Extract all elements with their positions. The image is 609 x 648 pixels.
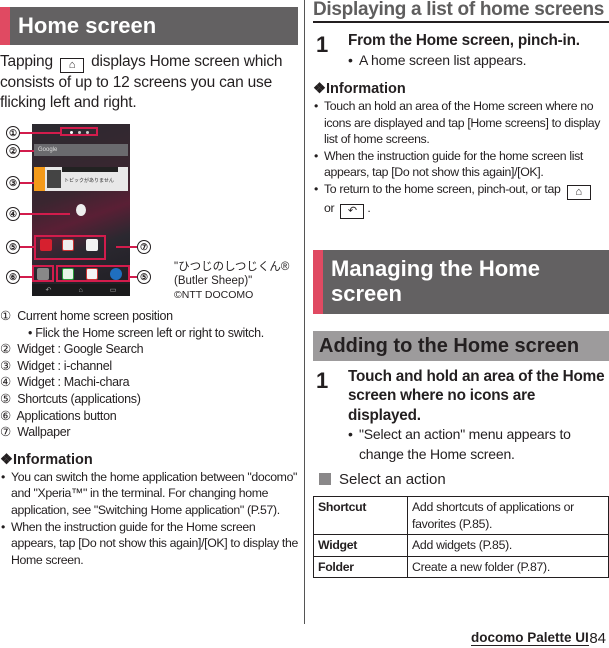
information-list: Touch an hold an area of the Home screen… — [313, 98, 609, 219]
page-number: 84 — [589, 630, 606, 647]
legend-item: ⑥ Applications button — [0, 408, 117, 423]
applications-button-icon — [37, 268, 49, 280]
step-note: "Select an action" menu appears to chang… — [348, 425, 609, 464]
step-number: 1 — [316, 32, 329, 57]
square-bullet-icon — [319, 473, 331, 486]
home-screen-figure: Google トピックがありません ↶ ⌂ ▭ ① ② ③ ④ ⑤ ⑦ ⑥ ⑤ … — [0, 122, 298, 302]
section-heading-managing: Managing the Home screen — [313, 249, 609, 314]
page-indicator — [60, 127, 98, 136]
step-title: From the Home screen, pinch-in. — [348, 32, 580, 49]
i-channel-widget: トピックがありません — [34, 167, 128, 191]
callout-1: ① — [6, 126, 20, 140]
callout-line — [130, 276, 137, 278]
action-name: Widget — [313, 534, 408, 557]
right-column: Displaying a list of home screens 1 From… — [313, 0, 609, 579]
phone-screenshot: Google トピックがありません ↶ ⌂ ▭ — [32, 124, 130, 296]
mail-app-icon — [86, 268, 98, 280]
callout-line — [20, 246, 34, 248]
callout-6: ⑥ — [6, 270, 20, 284]
page-footer: docomo Palette UI 84 — [429, 628, 609, 648]
step-number: 1 — [316, 367, 329, 393]
callout-line — [116, 246, 137, 248]
callout-line — [20, 132, 60, 134]
action-name: Folder — [313, 555, 408, 579]
intro-paragraph: Tapping ⌂ displays Home screen which con… — [0, 52, 298, 112]
figure-legend: ① Current home screen position • Flick t… — [0, 308, 298, 441]
callout-7: ⑦ — [137, 240, 151, 254]
section-heading-home-screen: Home screen — [0, 7, 298, 45]
legend-item: ① Current home screen position — [0, 309, 173, 323]
callout-5: ⑤ — [6, 240, 20, 254]
navigation-bar: ↶ ⌂ ▭ — [32, 284, 130, 296]
action-description: Create a new folder (P.87). — [407, 555, 609, 579]
home-key-icon: ⌂ — [566, 184, 591, 200]
callout-3: ③ — [6, 176, 20, 190]
d-menu-app-icon — [40, 239, 52, 251]
step-pinch-in: 1 From the Home screen, pinch-in. A home… — [313, 31, 609, 70]
action-name: Shortcut — [313, 496, 408, 536]
step-touch-hold: 1 Touch and hold an area of the Home scr… — [313, 367, 609, 465]
callout-line — [20, 213, 70, 215]
column-divider — [304, 0, 305, 624]
credit-line-1: "ひつじのしつじくん® — [174, 261, 290, 273]
select-action-heading: Select an action — [313, 470, 609, 490]
image-credit: "ひつじのしつじくん® (Butler Sheep)" ©NTT DOCOMO — [174, 260, 289, 302]
step-note: A home screen list appears. — [348, 51, 609, 71]
table-row: Shortcut Add shortcuts of applications o… — [313, 496, 609, 536]
information-list: You can switch the home application betw… — [0, 469, 298, 569]
i-channel-text: トピックがありません — [64, 178, 114, 184]
legend-item: ③ Widget : i-channel — [0, 358, 112, 373]
legend-item: ⑦ Wallpaper — [0, 425, 71, 440]
information-heading: ❖Information — [0, 451, 93, 468]
home-key-icon: ⌂ — [60, 58, 85, 73]
callout-line — [20, 276, 32, 278]
legend-item: • Flick the Home screen left or right to… — [28, 325, 264, 340]
information-heading: ❖Information — [313, 81, 406, 97]
left-column: Home screen Tapping ⌂ displays Home scre… — [0, 0, 298, 568]
phone-app-icon — [62, 268, 74, 280]
actions-table: Shortcut Add shortcuts of applications o… — [313, 496, 609, 579]
play-store-app-icon — [86, 239, 98, 251]
information-item: When the instruction guide for the Home … — [0, 519, 298, 569]
section-title-list-home-screens: Displaying a list of home screens — [313, 0, 609, 23]
google-search-widget: Google — [34, 144, 128, 156]
credit-line-3: ©NTT DOCOMO — [174, 289, 254, 301]
credit-line-2: (Butler Sheep)" — [174, 275, 253, 287]
legend-item: ④ Widget : Machi-chara — [0, 375, 130, 390]
browser-app-icon — [110, 268, 122, 280]
back-key-icon: ↶ — [340, 203, 365, 219]
subsection-heading-adding: Adding to the Home screen — [313, 330, 609, 361]
legend-item: ② Widget : Google Search — [0, 342, 144, 357]
legend-item: ⑤ Shortcuts (applications) — [0, 391, 141, 406]
step-title: Touch and hold an area of the Home scree… — [348, 367, 605, 424]
intro-text-start: Tapping — [0, 53, 53, 70]
action-description: Add shortcuts of applications or favorit… — [407, 496, 609, 536]
back-icon: ↶ — [45, 287, 52, 294]
callout-2: ② — [6, 144, 20, 158]
information-item: When the instruction guide for the home … — [313, 148, 609, 181]
callout-4: ④ — [6, 207, 20, 221]
recent-apps-icon: ▭ — [109, 287, 117, 294]
action-description: Add widgets (P.85). — [407, 534, 609, 557]
information-item: Touch an hold an area of the Home screen… — [313, 98, 609, 148]
information-item: To return to the home screen, pinch-out,… — [313, 181, 609, 219]
table-row: Widget Add widgets (P.85). — [313, 534, 609, 557]
table-row: Folder Create a new folder (P.87). — [313, 555, 609, 579]
machi-chara-widget — [76, 204, 86, 216]
information-item: You can switch the home application betw… — [0, 469, 298, 519]
footer-section-name: docomo Palette UI — [471, 630, 589, 646]
dmarket-app-icon — [62, 239, 74, 251]
callout-5b: ⑤ — [137, 270, 151, 284]
callout-line — [20, 150, 34, 152]
callout-line — [20, 182, 34, 184]
home-icon: ⌂ — [78, 286, 83, 294]
